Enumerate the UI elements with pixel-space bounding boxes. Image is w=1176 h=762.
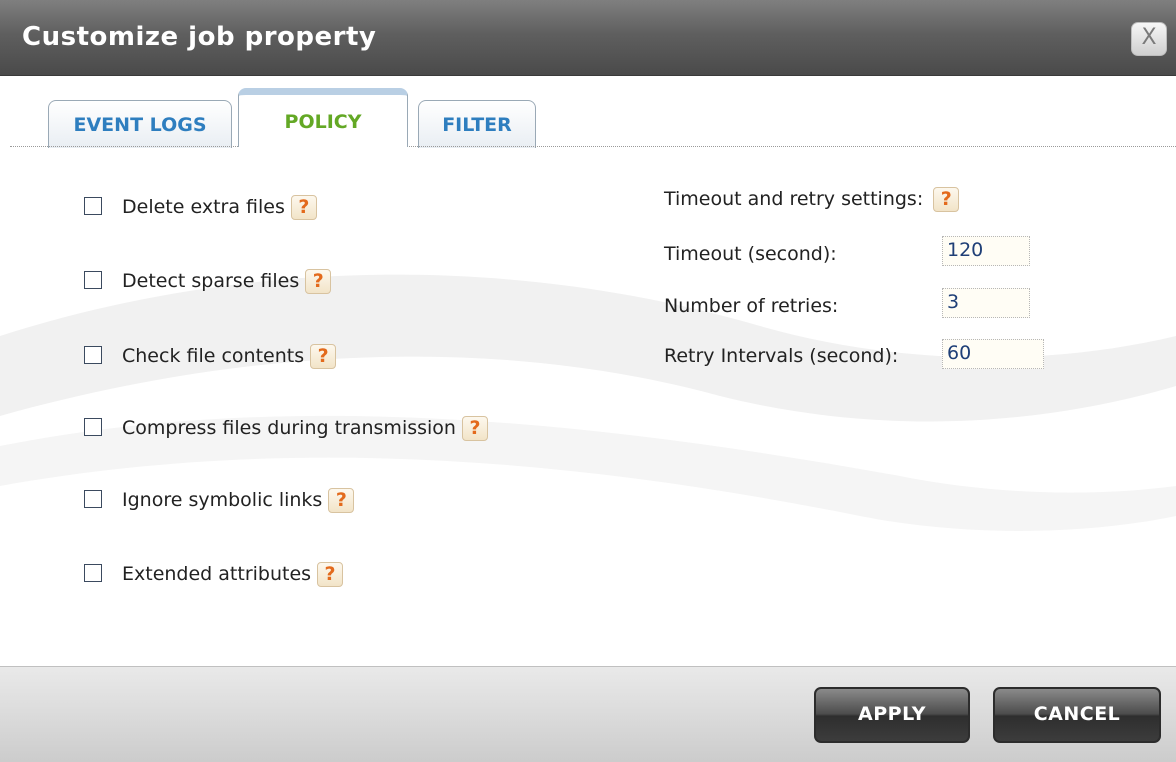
close-button[interactable]: X [1131, 22, 1167, 56]
timeout-heading-text: Timeout and retry settings: [664, 188, 924, 210]
delete-extra-files-checkbox[interactable] [84, 197, 102, 215]
ignore-symbolic-links-label: Ignore symbolic links [122, 489, 323, 511]
option-label: Detect sparse files? [122, 269, 332, 294]
apply-button[interactable]: APPLY [814, 687, 970, 743]
extended-attributes-label: Extended attributes [122, 563, 312, 585]
option-label: Compress files during transmission? [122, 416, 488, 441]
cancel-button[interactable]: CANCEL [993, 687, 1161, 743]
tab-divider [10, 146, 1176, 147]
retries-label: Number of retries: [664, 295, 839, 317]
dialog-title: Customize job property [22, 22, 377, 52]
dialog-content: EVENT LOGS FILTER POLICY Delete extra fi… [0, 76, 1176, 666]
dialog-footer: APPLY CANCEL [0, 666, 1176, 762]
option-label: Ignore symbolic links? [122, 488, 355, 513]
option-label: Check file contents? [122, 344, 337, 369]
dialog-titlebar: Customize job property X [0, 0, 1176, 76]
help-icon[interactable]: ? [310, 344, 337, 369]
timeout-heading: Timeout and retry settings:? [664, 187, 960, 212]
timeout-label: Timeout (second): [664, 243, 837, 265]
retry-interval-label: Retry Intervals (second): [664, 345, 899, 367]
close-icon: X [1141, 25, 1157, 50]
extended-attributes-checkbox[interactable] [84, 564, 102, 582]
retry-interval-input[interactable]: 60 [942, 339, 1044, 369]
tab-event-logs-label: EVENT LOGS [73, 114, 207, 136]
tab-filter-label: FILTER [442, 114, 512, 136]
help-icon[interactable]: ? [305, 269, 332, 294]
check-file-contents-label: Check file contents [122, 345, 305, 367]
tab-event-logs[interactable]: EVENT LOGS [48, 100, 232, 148]
ignore-symbolic-links-checkbox[interactable] [84, 490, 102, 508]
detect-sparse-files-label: Detect sparse files [122, 270, 300, 292]
tab-policy-label: POLICY [284, 111, 362, 133]
help-icon[interactable]: ? [461, 416, 488, 441]
help-icon[interactable]: ? [933, 187, 960, 212]
compress-files-label: Compress files during transmission [122, 417, 456, 439]
retries-input[interactable]: 3 [942, 288, 1030, 318]
detect-sparse-files-checkbox[interactable] [84, 271, 102, 289]
tab-filter[interactable]: FILTER [418, 100, 536, 148]
check-file-contents-checkbox[interactable] [84, 346, 102, 364]
compress-files-checkbox[interactable] [84, 418, 102, 436]
help-icon[interactable]: ? [290, 195, 317, 220]
option-label: Extended attributes? [122, 562, 344, 587]
help-icon[interactable]: ? [317, 562, 344, 587]
option-label: Delete extra files? [122, 195, 317, 220]
delete-extra-files-label: Delete extra files [122, 196, 285, 218]
help-icon[interactable]: ? [328, 488, 355, 513]
tab-policy[interactable]: POLICY [238, 88, 408, 147]
timeout-input[interactable]: 120 [942, 236, 1030, 266]
